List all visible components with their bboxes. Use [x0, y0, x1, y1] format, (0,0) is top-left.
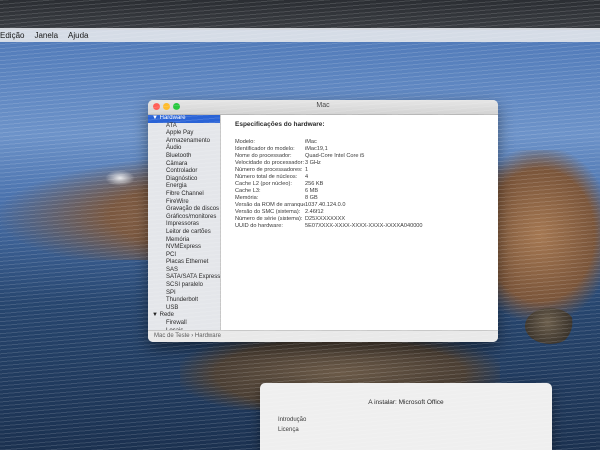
sidebar-item[interactable]: Áudio: [148, 145, 220, 153]
sidebar-item[interactable]: SCSI paralelo: [148, 282, 220, 290]
sidebar-item[interactable]: Gráficos/monitores: [148, 214, 220, 222]
spec-row: UUID do hardware: 5E07XXXX-XXXX-XXXX-XXXX…: [235, 223, 423, 230]
spec-row: Cache L3: 6 MB: [235, 188, 423, 195]
spec-label: Identificador do modelo:: [235, 146, 295, 152]
sidebar-item[interactable]: Leitor de cartões: [148, 229, 220, 237]
installer-step-intro[interactable]: Introdução: [278, 417, 306, 423]
spec-value: 2.46f12: [305, 209, 324, 215]
sidebar-item[interactable]: Placas Ethernet: [148, 259, 220, 267]
sidebar-item[interactable]: NVMExpress: [148, 244, 220, 252]
spec-row: Número total de núcleos: 4: [235, 174, 423, 181]
sidebar-item[interactable]: Bluetooth: [148, 153, 220, 161]
spec-label: Número total de núcleos:: [235, 174, 298, 180]
sidebar-item[interactable]: SATA/SATA Express: [148, 274, 220, 282]
sidebar-item[interactable]: ATA: [148, 123, 220, 131]
sidebar-item[interactable]: SAS: [148, 267, 220, 275]
spec-label: Cache L2 (por núcleo):: [235, 181, 292, 187]
spec-row: Nome do processador: Quad-Core Intel Core…: [235, 153, 423, 160]
window-titlebar[interactable]: Mac: [148, 100, 498, 115]
spec-row: Identificador do modelo: iMac19,1: [235, 146, 423, 153]
spec-row: Versão do SMC (sistema): 2.46f12: [235, 209, 423, 216]
spec-value: iMac: [305, 139, 317, 145]
menu-help[interactable]: Ajuda: [68, 31, 88, 40]
spec-row: Número de série (sistema): D25XXXXXXXX: [235, 216, 423, 223]
menu-window[interactable]: Janela: [34, 31, 58, 40]
sidebar-item[interactable]: PCI: [148, 252, 220, 260]
sidebar-item[interactable]: Energia: [148, 183, 220, 191]
spec-value: D25XXXXXXXX: [305, 216, 346, 222]
sidebar-item[interactable]: Câmara: [148, 161, 220, 169]
spec-value: 1037.40.124.0.0: [305, 202, 346, 208]
installer-window: A instalar: Microsoft Office Introdução …: [260, 383, 552, 450]
sidebar-item[interactable]: Apple Pay: [148, 130, 220, 138]
spec-value: 1: [305, 167, 309, 173]
sidebar-item[interactable]: Gravação de discos: [148, 206, 220, 214]
sidebar-group[interactable]: ▼ Hardware: [148, 115, 220, 123]
spec-list: Modelo: iMac Identificador do modelo: iMac1…: [235, 139, 423, 230]
sidebar-item[interactable]: Impressoras: [148, 221, 220, 229]
spec-row: Número de processadores: 1: [235, 167, 423, 174]
spec-value: 8 GB: [305, 195, 318, 201]
spec-label: Versão do SMC (sistema):: [235, 209, 301, 215]
sidebar-item[interactable]: USB: [148, 305, 220, 313]
spec-value: 6 MB: [305, 188, 319, 194]
sidebar-item[interactable]: Thunderbolt: [148, 297, 220, 305]
window-title: Mac: [316, 102, 330, 109]
spec-label: Versão da ROM de arranque:: [235, 202, 305, 208]
sidebar-item[interactable]: Armazenamento: [148, 138, 220, 146]
wallpaper-rock: [525, 308, 575, 344]
menu-edit[interactable]: Edição: [0, 31, 24, 40]
sidebar-item[interactable]: Memória: [148, 237, 220, 245]
system-information-window: Mac ▼ Hardware ATA Apple Pay Armazenamento Á…: [148, 100, 498, 342]
sidebar: ▼ Hardware ATA Apple Pay Armazenamento Áudio…: [148, 115, 221, 331]
spec-label: Velocidade do processador:: [235, 160, 305, 166]
sidebar-item[interactable]: FireWire: [148, 199, 220, 207]
spec-value: 256 KB: [305, 181, 324, 187]
spec-value: Quad-Core Intel Core i5: [305, 153, 365, 159]
installer-title: A instalar: Microsoft Office: [368, 399, 444, 406]
spec-label: UUID do hardware:: [235, 223, 283, 229]
spec-label: Memória:: [235, 195, 259, 201]
spec-row: Cache L2 (por núcleo): 256 KB: [235, 181, 423, 188]
sidebar-group[interactable]: ▼ Rede: [148, 312, 220, 320]
sidebar-item[interactable]: SPI: [148, 290, 220, 298]
spec-label: Cache L3:: [235, 188, 261, 194]
spec-value: iMac19,1: [305, 146, 328, 152]
spec-row: Modelo: iMac: [235, 139, 423, 146]
monitor-bezel: [0, 0, 600, 30]
spec-value: 4: [305, 174, 309, 180]
sidebar-item[interactable]: Fibre Channel: [148, 191, 220, 199]
spec-value: 5E07XXXX-XXXX-XXXX-XXXX-XXXXA040000: [305, 223, 423, 229]
hardware-overview-pane: Especificações do hardware: Modelo: iMac I…: [221, 115, 498, 331]
spec-label: Número de série (sistema):: [235, 216, 303, 222]
spec-label: Modelo:: [235, 139, 255, 145]
sidebar-item[interactable]: Controlador: [148, 168, 220, 176]
spec-row: Versão da ROM de arranque: 1037.40.124.0.…: [235, 202, 423, 209]
spec-label: Nome do processador:: [235, 153, 292, 159]
sidebar-item[interactable]: Diagnóstico: [148, 176, 220, 184]
spec-label: Número de processadores:: [235, 167, 303, 173]
menu-bar: Edição Janela Ajuda: [0, 28, 600, 42]
spec-row: Memória: 8 GB: [235, 195, 423, 202]
spec-value: 3 GHz: [305, 160, 321, 166]
path-bar: Mac de Teste › Hardware: [148, 330, 498, 342]
section-title: Especificações do hardware:: [235, 121, 325, 128]
spec-row: Velocidade do processador: 3 GHz: [235, 160, 423, 167]
sidebar-item[interactable]: Firewall: [148, 320, 220, 328]
installer-step-license[interactable]: Licença: [278, 427, 299, 433]
